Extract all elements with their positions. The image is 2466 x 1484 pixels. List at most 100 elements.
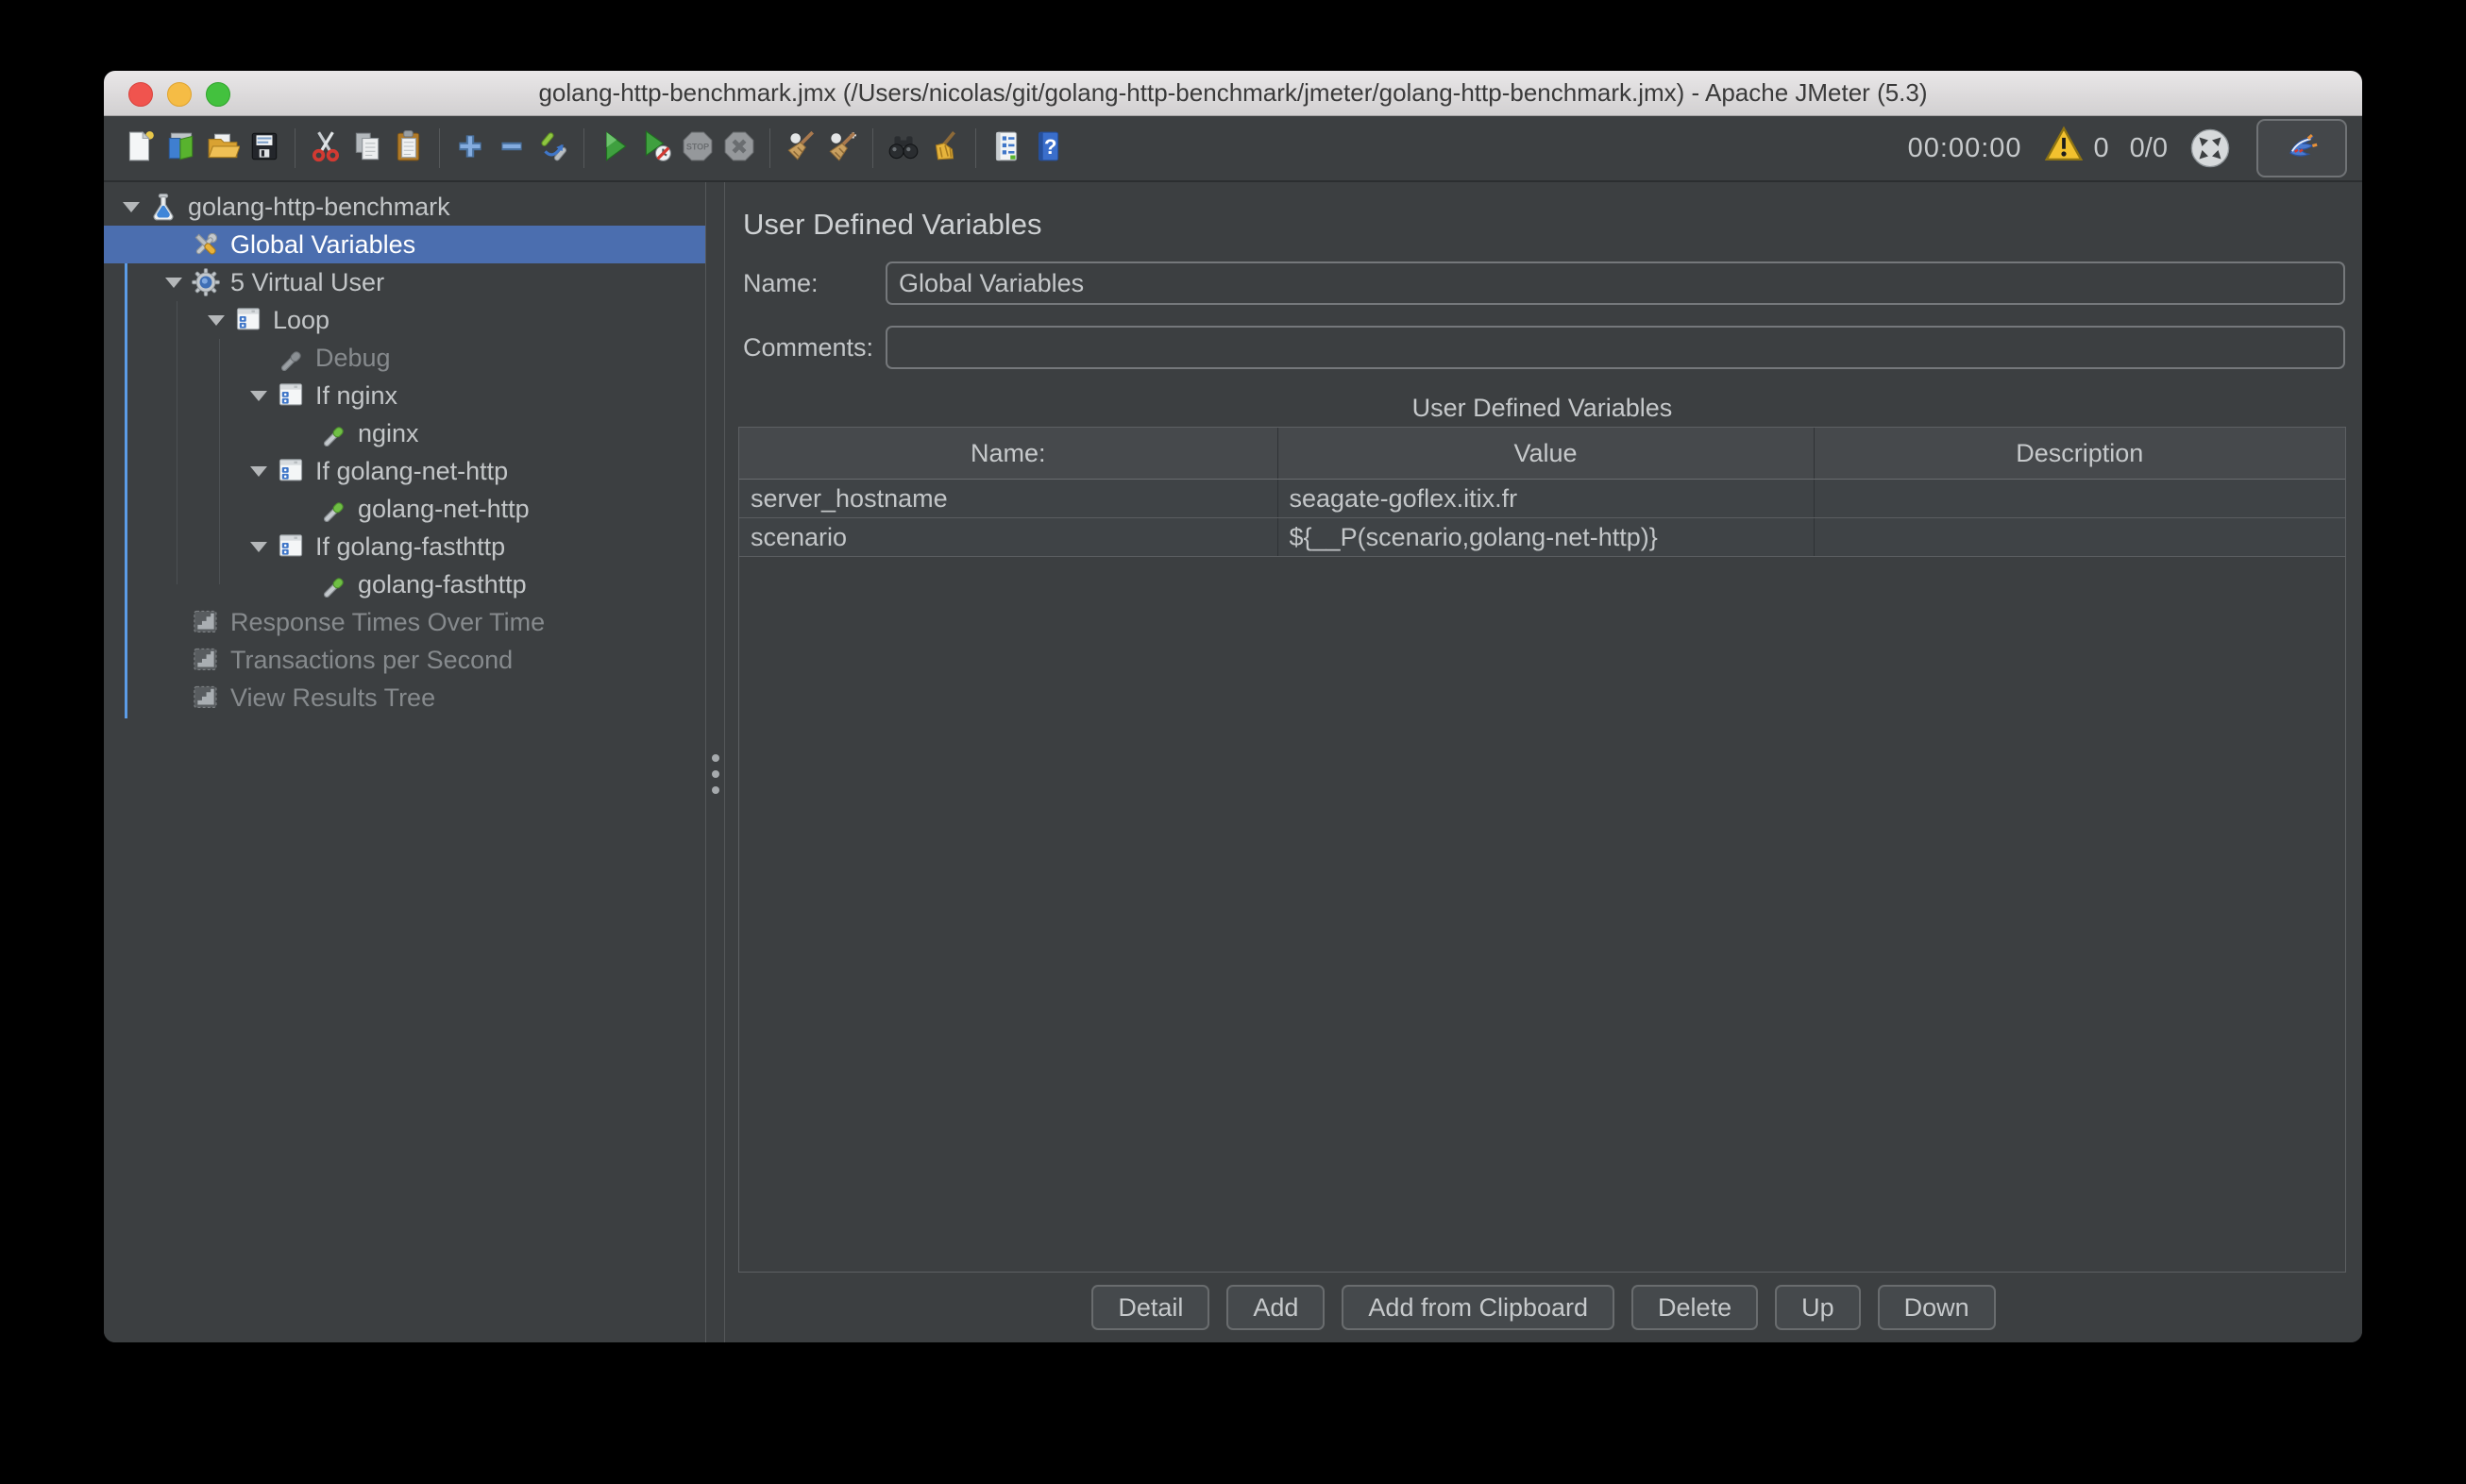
add-from-clipboard-button[interactable]: Add from Clipboard — [1342, 1285, 1614, 1330]
expand-toggle-icon[interactable] — [243, 542, 275, 552]
tree-node-label: Response Times Over Time — [230, 608, 545, 637]
table-row: scenario${__P(scenario,golang-net-http)} — [739, 518, 2345, 557]
collapse-all-button[interactable] — [491, 124, 532, 173]
thread-counter: 0/0 — [2130, 133, 2168, 164]
paste-button[interactable] — [388, 124, 430, 173]
toolbar-buttons: STOP? — [119, 124, 1069, 173]
copy-icon — [350, 129, 384, 168]
test-plan-tree: golang-http-benchmarkGlobal Variables5 V… — [104, 182, 705, 1342]
tree-node-5-virtual-user[interactable]: 5 Virtual User — [104, 263, 705, 301]
column-header-name: Name: — [739, 428, 1277, 480]
cut-icon — [309, 129, 343, 168]
sampler-icon — [317, 419, 349, 447]
clear-all-button[interactable] — [821, 124, 863, 173]
search-reset-button[interactable] — [924, 124, 966, 173]
content: golang-http-benchmarkGlobal Variables5 V… — [104, 182, 2362, 1342]
add-button[interactable]: Add — [1226, 1285, 1325, 1330]
table-cell[interactable]: seagate-goflex.itix.fr — [1277, 480, 1814, 518]
up-button[interactable]: Up — [1775, 1285, 1861, 1330]
new-icon — [123, 129, 157, 168]
start-button[interactable] — [594, 124, 635, 173]
tree-node-label: If nginx — [315, 381, 397, 411]
user-defined-variables-icon — [190, 230, 222, 259]
tree-node-view-results-tree[interactable]: View Results Tree — [104, 679, 705, 717]
table-cell[interactable]: scenario — [739, 518, 1277, 557]
column-header-value: Value — [1277, 428, 1814, 480]
tree-node-label: nginx — [358, 419, 419, 448]
table-cell[interactable]: ${__P(scenario,golang-net-http)} — [1277, 518, 1814, 557]
tree-node-if-nginx[interactable]: If nginx — [104, 377, 705, 414]
tree-node-response-times-over-time[interactable]: Response Times Over Time — [104, 603, 705, 641]
toolbar-separator — [872, 128, 873, 168]
function-helper-button[interactable] — [986, 124, 1027, 173]
save-button[interactable] — [244, 124, 285, 173]
remote-stop-icon[interactable] — [2188, 126, 2232, 170]
search-button[interactable] — [883, 124, 924, 173]
tree-node-if-golang-net-http[interactable]: If golang-net-http — [104, 452, 705, 490]
controller-icon — [232, 306, 264, 334]
variables-scrollpane: Name:ValueDescription server_hostnamesea… — [738, 427, 2346, 1273]
open-icon — [206, 129, 240, 168]
comments-input[interactable] — [886, 326, 2345, 369]
templates-button[interactable] — [160, 124, 202, 173]
help-button[interactable]: ? — [1027, 124, 1069, 173]
shutdown-icon — [722, 129, 756, 168]
listener-icon — [190, 646, 222, 674]
help-icon: ? — [1031, 129, 1065, 168]
down-button[interactable]: Down — [1878, 1285, 1996, 1330]
expand-toggle-icon[interactable] — [115, 202, 147, 212]
tree-node-nginx[interactable]: nginx — [104, 414, 705, 452]
expand-all-button[interactable] — [449, 124, 491, 173]
stop-button: STOP — [677, 124, 718, 173]
tree-node-golang-http-benchmark[interactable]: golang-http-benchmark — [104, 188, 705, 226]
expand-toggle-icon[interactable] — [243, 466, 275, 477]
tree-node-golang-net-http[interactable]: golang-net-http — [104, 490, 705, 528]
table-cell[interactable] — [1814, 518, 2345, 557]
start-no-pauses-button[interactable] — [635, 124, 677, 173]
paste-icon — [392, 129, 426, 168]
titlebar[interactable]: golang-http-benchmark.jmx (/Users/nicola… — [104, 71, 2362, 116]
table-header-row: Name:ValueDescription — [739, 428, 2345, 480]
new-button[interactable] — [119, 124, 160, 173]
traffic-lights — [128, 82, 230, 107]
name-input[interactable]: Global Variables — [886, 261, 2345, 305]
tree-node-debug[interactable]: Debug — [104, 339, 705, 377]
start-no-pauses-icon — [639, 129, 673, 168]
expand-toggle-icon[interactable] — [243, 391, 275, 401]
table-cell[interactable]: server_hostname — [739, 480, 1277, 518]
cut-button[interactable] — [305, 124, 346, 173]
minimize-button[interactable] — [167, 82, 192, 107]
zoom-button[interactable] — [206, 82, 230, 107]
toolbar-separator — [975, 128, 976, 168]
delete-button[interactable]: Delete — [1631, 1285, 1758, 1330]
jmeter-window: golang-http-benchmark.jmx (/Users/nicola… — [104, 71, 2362, 1342]
tree-node-if-golang-fasthttp[interactable]: If golang-fasthttp — [104, 528, 705, 565]
tree-node-golang-fasthttp[interactable]: golang-fasthttp — [104, 565, 705, 603]
expand-toggle-icon[interactable] — [200, 315, 232, 326]
variables-table-title: User Defined Variables — [738, 394, 2346, 423]
clear-icon — [784, 129, 818, 168]
expand-toggle-icon[interactable] — [158, 278, 190, 288]
log-errors-indicator[interactable]: 0 — [2043, 126, 2109, 171]
tree-node-label: golang-fasthttp — [358, 570, 527, 599]
toolbar: STOP? 00:00:00 0 0/0 — [104, 116, 2362, 182]
clear-button[interactable] — [780, 124, 821, 173]
tree-node-transactions-per-second[interactable]: Transactions per Second — [104, 641, 705, 679]
shutdown-button — [718, 124, 760, 173]
jmeter-logo-button[interactable] — [2256, 119, 2347, 177]
warning-icon — [2043, 126, 2085, 171]
detail-button[interactable]: Detail — [1091, 1285, 1209, 1330]
save-icon — [247, 129, 281, 168]
toolbar-status: 00:00:00 0 0/0 — [1908, 119, 2347, 177]
test-plan-icon — [147, 193, 179, 221]
close-button[interactable] — [128, 82, 153, 107]
open-button[interactable] — [202, 124, 244, 173]
toggle-icon — [536, 129, 570, 168]
tree-node-loop[interactable]: Loop — [104, 301, 705, 339]
desktop: golang-http-benchmark.jmx (/Users/nicola… — [0, 0, 2466, 1484]
tree-node-global-variables[interactable]: Global Variables — [104, 226, 705, 263]
toggle-button[interactable] — [532, 124, 574, 173]
table-cell[interactable] — [1814, 480, 2345, 518]
copy-button[interactable] — [346, 124, 388, 173]
split-pane-divider[interactable] — [705, 182, 725, 1342]
